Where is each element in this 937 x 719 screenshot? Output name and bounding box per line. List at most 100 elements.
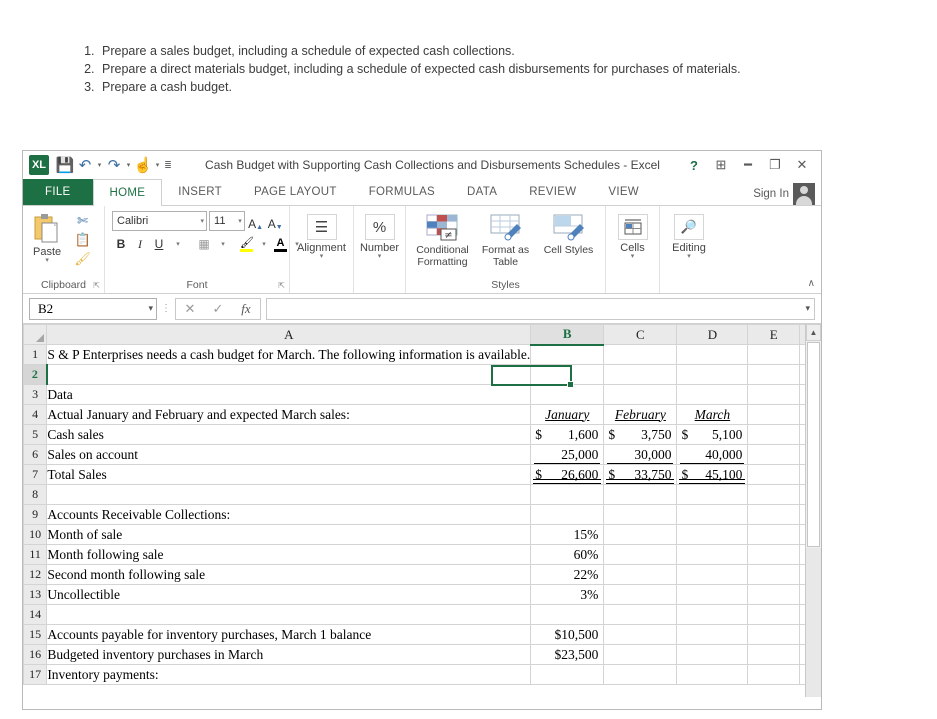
undo-dropdown-icon[interactable]: ▾ xyxy=(95,161,104,169)
cell-c5[interactable]: $3,750 xyxy=(603,424,678,445)
cell-a17[interactable]: Inventory payments: xyxy=(46,664,532,685)
cell-b13[interactable]: 3% xyxy=(530,584,605,605)
row-header[interactable]: 10 xyxy=(23,524,48,545)
cell-c13[interactable] xyxy=(603,584,678,605)
paste-dropdown-icon[interactable]: ▾ xyxy=(45,257,49,264)
cell-e6[interactable] xyxy=(747,444,801,465)
cells-button[interactable]: Cells ▾ xyxy=(611,209,654,260)
cell-d13[interactable] xyxy=(676,584,749,605)
cell-a3[interactable]: Data xyxy=(46,384,532,405)
row-header[interactable]: 6 xyxy=(23,444,48,465)
formula-input[interactable]: ▾ xyxy=(266,297,815,320)
formula-bar-grip[interactable]: ⋮ xyxy=(160,303,172,314)
underline-button[interactable]: U xyxy=(150,234,168,254)
cell-c6[interactable]: 30,000 xyxy=(603,444,678,465)
cell-b14[interactable] xyxy=(530,604,605,625)
cell-b10[interactable]: 15% xyxy=(530,524,605,545)
cell-b3[interactable] xyxy=(530,384,605,405)
name-box[interactable]: B2 ▾ xyxy=(29,297,157,320)
row-header[interactable]: 9 xyxy=(23,504,48,525)
cell-c1[interactable] xyxy=(603,344,678,365)
row-header[interactable]: 1 xyxy=(23,344,48,365)
tab-view[interactable]: VIEW xyxy=(592,178,655,205)
row-header[interactable]: 13 xyxy=(23,584,48,605)
cell-d17[interactable] xyxy=(676,664,749,685)
cell-e3[interactable] xyxy=(747,384,801,405)
cell-e7[interactable] xyxy=(747,464,801,485)
tab-formulas[interactable]: FORMULAS xyxy=(353,178,451,205)
decrease-font-size-button[interactable]: A ▼ xyxy=(266,211,284,231)
alignment-dropdown-icon[interactable]: ▾ xyxy=(320,253,324,260)
cell-d15[interactable] xyxy=(676,624,749,645)
cell-e5[interactable] xyxy=(747,424,801,445)
undo-icon[interactable]: ↶ xyxy=(75,154,95,176)
cell-a1[interactable]: S & P Enterprises needs a cash budget fo… xyxy=(46,344,532,365)
cell-c10[interactable] xyxy=(603,524,678,545)
cell-d5[interactable]: $5,100 xyxy=(676,424,749,445)
editing-dropdown-icon[interactable]: ▾ xyxy=(687,253,691,260)
close-icon[interactable]: ✕ xyxy=(789,154,815,176)
vertical-scrollbar[interactable]: ▲ xyxy=(805,324,821,697)
cell-c8[interactable] xyxy=(603,484,678,505)
cell-e9[interactable] xyxy=(747,504,801,525)
cell-d1[interactable] xyxy=(676,344,749,365)
cell-c12[interactable] xyxy=(603,564,678,585)
row-header[interactable]: 15 xyxy=(23,624,48,645)
cell-d7[interactable]: $45,100 xyxy=(676,464,749,485)
chevron-down-icon[interactable]: ▾ xyxy=(199,217,205,225)
cell-c4[interactable]: February xyxy=(603,404,678,425)
cell-d8[interactable] xyxy=(676,484,749,505)
cell-d2[interactable] xyxy=(676,364,749,385)
cell-a11[interactable]: Month following sale xyxy=(46,544,532,565)
cell-d12[interactable] xyxy=(676,564,749,585)
borders-dropdown-icon[interactable]: ▾ xyxy=(214,234,232,254)
row-header[interactable]: 14 xyxy=(23,604,48,625)
cell-b1[interactable] xyxy=(530,344,605,365)
tab-page-layout[interactable]: PAGE LAYOUT xyxy=(238,178,353,205)
font-dialog-launcher-icon[interactable]: ⇱ xyxy=(278,281,285,290)
cell-d10[interactable] xyxy=(676,524,749,545)
cells-dropdown-icon[interactable]: ▾ xyxy=(631,253,635,260)
row-header[interactable]: 7 xyxy=(23,464,48,485)
alignment-button[interactable]: ☰ Alignment ▾ xyxy=(295,209,348,260)
redo-dropdown-icon[interactable]: ▾ xyxy=(124,161,133,169)
column-header-c[interactable]: C xyxy=(603,324,678,345)
customize-quick-access-icon[interactable]: ≣ xyxy=(162,160,174,171)
help-icon[interactable]: ? xyxy=(681,154,707,176)
tab-home[interactable]: HOME xyxy=(92,179,163,206)
borders-icon[interactable]: ▦ xyxy=(195,234,213,254)
select-all-corner[interactable] xyxy=(23,324,48,345)
cell-d14[interactable] xyxy=(676,604,749,625)
editing-button[interactable]: 🔎 Editing ▾ xyxy=(665,209,713,260)
cell-a10[interactable]: Month of sale xyxy=(46,524,532,545)
cell-a16[interactable]: Budgeted inventory purchases in March xyxy=(46,644,532,665)
cell-b8[interactable] xyxy=(530,484,605,505)
font-size-combo[interactable]: 11 ▾ xyxy=(209,211,245,231)
column-header-b[interactable]: B xyxy=(530,324,605,346)
number-dropdown-icon[interactable]: ▾ xyxy=(378,253,382,260)
column-header-a[interactable]: A xyxy=(46,324,532,345)
cell-b12[interactable]: 22% xyxy=(530,564,605,585)
cell-e13[interactable] xyxy=(747,584,801,605)
avatar[interactable] xyxy=(793,183,815,205)
cell-a12[interactable]: Second month following sale xyxy=(46,564,532,585)
ribbon-display-options-icon[interactable]: ⊞ xyxy=(708,154,734,176)
save-icon[interactable]: 💾 xyxy=(55,154,75,176)
column-header-e[interactable]: E xyxy=(747,324,801,345)
cell-c2[interactable] xyxy=(603,364,678,385)
cell-c3[interactable] xyxy=(603,384,678,405)
cell-b11[interactable]: 60% xyxy=(530,544,605,565)
cell-a6[interactable]: Sales on account xyxy=(46,444,532,465)
cell-c9[interactable] xyxy=(603,504,678,525)
enter-formula-icon[interactable]: ✓ xyxy=(204,299,232,319)
cell-b4[interactable]: January xyxy=(530,404,605,425)
cell-e15[interactable] xyxy=(747,624,801,645)
cell-c14[interactable] xyxy=(603,604,678,625)
column-header-d[interactable]: D xyxy=(676,324,749,345)
cell-e16[interactable] xyxy=(747,644,801,665)
cell-c15[interactable] xyxy=(603,624,678,645)
bold-button[interactable]: B xyxy=(112,234,130,254)
tab-file[interactable]: FILE xyxy=(23,178,93,205)
minimize-icon[interactable]: ━ xyxy=(735,154,761,176)
sign-in-label[interactable]: Sign In xyxy=(753,188,789,200)
